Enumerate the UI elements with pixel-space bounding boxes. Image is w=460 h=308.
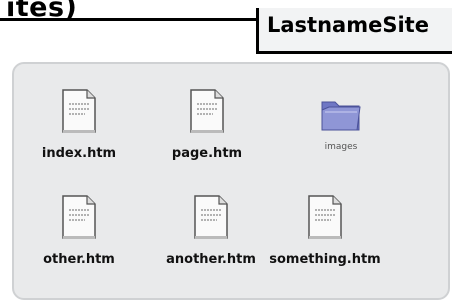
html-file-icon bbox=[59, 192, 99, 242]
top-heading-partial: ites) bbox=[0, 0, 258, 23]
file-item-index[interactable]: index.htm bbox=[14, 86, 144, 186]
folder-window: index.htm page.htm images other.htm anot… bbox=[12, 62, 450, 300]
html-file-icon bbox=[59, 86, 99, 136]
file-name: images bbox=[324, 142, 358, 152]
file-item-another[interactable]: another.htm bbox=[146, 192, 276, 292]
file-name: another.htm bbox=[166, 252, 256, 267]
html-file-icon bbox=[187, 86, 227, 136]
file-item-something[interactable]: something.htm bbox=[260, 192, 390, 292]
file-item-other[interactable]: other.htm bbox=[14, 192, 144, 292]
folder-title-tab: LastnameSite bbox=[256, 8, 452, 54]
file-name: something.htm bbox=[269, 252, 381, 267]
html-file-icon bbox=[191, 192, 231, 242]
folder-title: LastnameSite bbox=[267, 13, 429, 37]
file-name: other.htm bbox=[43, 252, 115, 267]
file-item-images[interactable]: images bbox=[276, 92, 406, 192]
file-name: index.htm bbox=[41, 146, 117, 161]
file-item-page[interactable]: page.htm bbox=[142, 86, 272, 186]
file-name: page.htm bbox=[171, 146, 243, 161]
folder-icon bbox=[319, 92, 363, 136]
html-file-icon bbox=[305, 192, 345, 242]
top-heading-text: ites) bbox=[6, 0, 78, 23]
